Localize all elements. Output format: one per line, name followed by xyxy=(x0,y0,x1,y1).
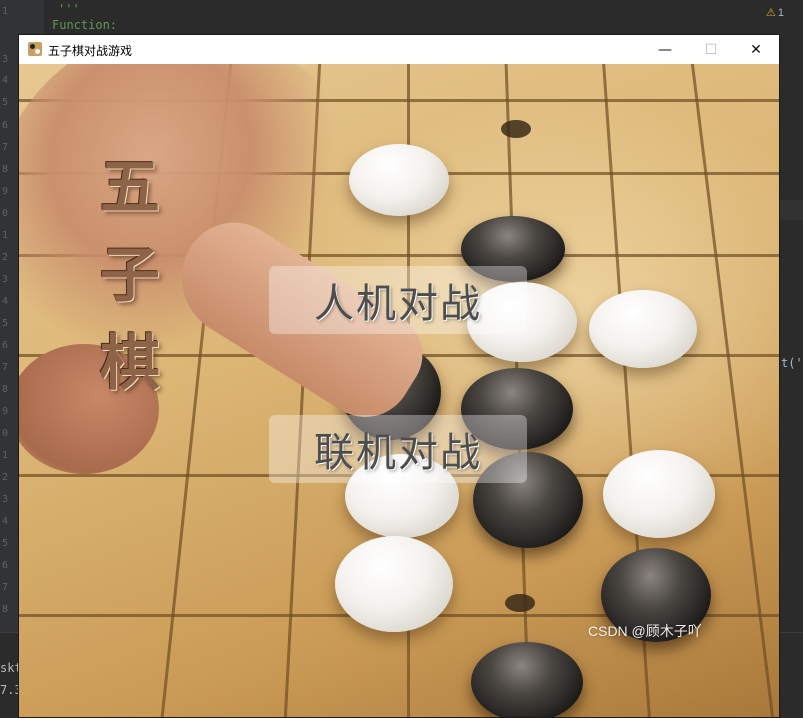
window-title: 五子棋对战游戏 xyxy=(48,44,133,58)
line-number: 1 xyxy=(2,6,9,17)
line-number: 1 xyxy=(2,230,9,241)
line-number: 6 xyxy=(2,560,9,571)
line-number: 8 xyxy=(2,604,9,615)
star-point xyxy=(505,594,535,612)
line-number: 4 xyxy=(2,516,9,527)
line-number: 5 xyxy=(2,318,9,329)
minimize-button[interactable]: — xyxy=(642,35,688,64)
docstring-quote: ''' xyxy=(58,2,80,16)
line-number: 2 xyxy=(2,252,9,263)
line-number: 7 xyxy=(2,142,9,153)
line-number: 2 xyxy=(2,472,9,483)
title-bar[interactable]: 五子棋对战游戏 — ☐ ✕ xyxy=(19,35,779,64)
line-number: 5 xyxy=(2,97,9,108)
white-stone xyxy=(335,536,453,632)
vs-online-button[interactable]: 联机对战 xyxy=(269,415,527,483)
logo-char: 棋 xyxy=(100,329,160,399)
line-number: 6 xyxy=(2,340,9,351)
code-fragment: t(' xyxy=(781,356,803,370)
star-point xyxy=(501,120,531,138)
logo-char: 子 xyxy=(100,241,160,311)
line-number: 8 xyxy=(2,384,9,395)
warning-indicator[interactable]: ⚠ 1 xyxy=(766,6,784,19)
game-window: 五子棋对战游戏 — ☐ ✕ 五 子 棋 人机对战 联机对战 xyxy=(19,35,779,717)
warning-icon: ⚠ xyxy=(766,7,776,19)
line-number: 7 xyxy=(2,582,9,593)
line-number: 0 xyxy=(2,208,9,219)
code-line: Function: xyxy=(52,18,118,32)
game-menu-background: 五 子 棋 人机对战 联机对战 xyxy=(19,64,779,717)
line-number: 3 xyxy=(2,494,9,505)
csdn-watermark: CSDN @顾木子吖 xyxy=(588,623,702,639)
close-button[interactable]: ✕ xyxy=(733,35,779,64)
warning-count: 1 xyxy=(777,7,784,19)
vs-ai-button[interactable]: 人机对战 xyxy=(269,266,527,334)
line-number: 5 xyxy=(2,538,9,549)
line-number: 1 xyxy=(2,450,9,461)
logo-char: 五 xyxy=(100,153,160,223)
line-number: 0 xyxy=(2,428,9,439)
white-stone xyxy=(589,290,697,368)
game-logo: 五 子 棋 xyxy=(85,144,175,408)
line-number: 4 xyxy=(2,75,9,86)
black-stone xyxy=(471,642,583,717)
line-number: 3 xyxy=(2,54,9,65)
line-number: 6 xyxy=(2,120,9,131)
line-number: 9 xyxy=(2,406,9,417)
white-stone xyxy=(603,450,715,538)
gomoku-app-icon xyxy=(28,42,42,56)
line-number: 9 xyxy=(2,186,9,197)
board-grid-line xyxy=(690,64,775,717)
line-number: 7 xyxy=(2,362,9,373)
line-number: 4 xyxy=(2,296,9,307)
line-number: 8 xyxy=(2,164,9,175)
line-number: 3 xyxy=(2,274,9,285)
current-line-highlight xyxy=(779,200,803,220)
maximize-button[interactable]: ☐ xyxy=(688,35,734,64)
